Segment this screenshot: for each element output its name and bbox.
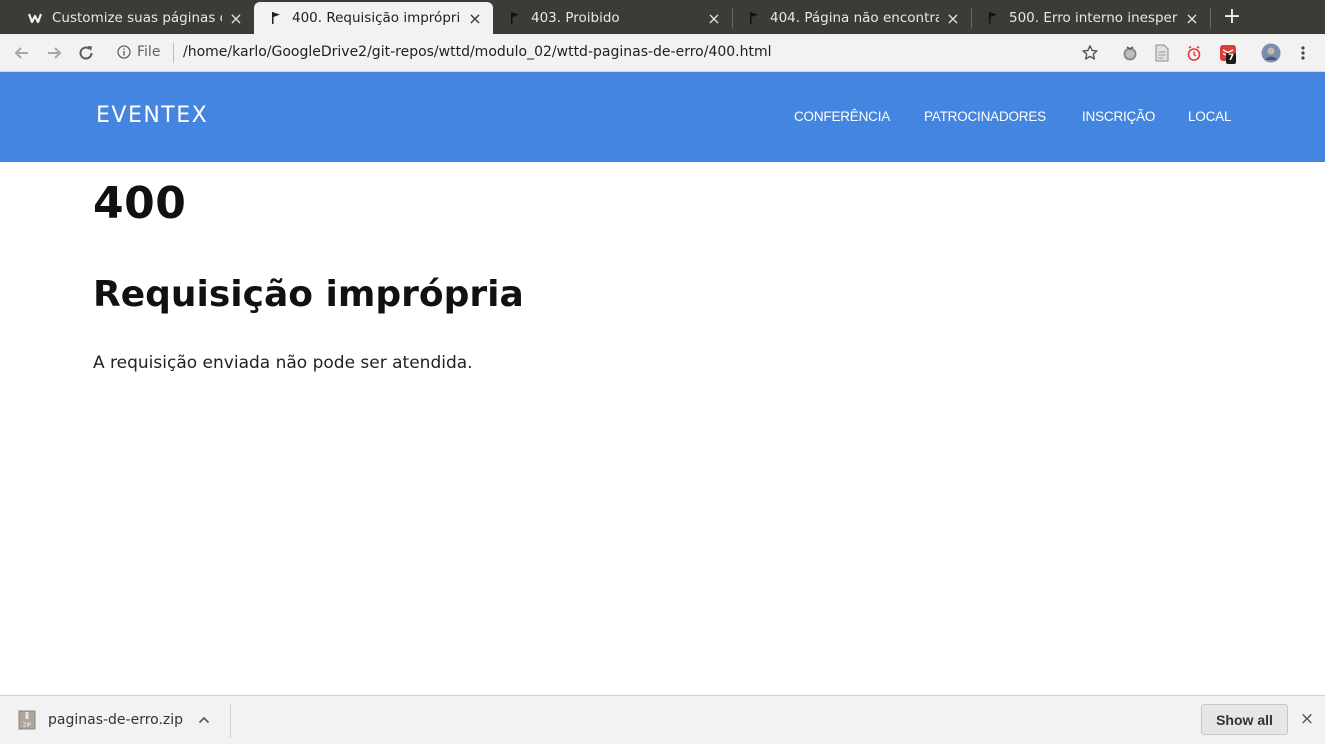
tomato-icon [1123, 46, 1137, 61]
tab-customize[interactable]: Customize suas páginas de × [14, 2, 254, 34]
browser-menu-button[interactable] [1292, 42, 1314, 64]
close-icon[interactable]: × [228, 9, 244, 28]
reload-button[interactable] [73, 40, 99, 66]
tab-403[interactable]: 403. Proibido × [493, 2, 732, 34]
error-code: 400 [93, 178, 187, 229]
site-info-button[interactable]: File [117, 44, 160, 60]
tab-title: 500. Erro interno inesperado [1009, 10, 1178, 26]
site-logo[interactable]: EVENTEX [96, 103, 208, 128]
nav-link-inscricao[interactable]: INSCRIÇÃO [1082, 109, 1155, 124]
nav-link-local[interactable]: LOCAL [1188, 109, 1231, 124]
extension-todoist-button[interactable]: 7 [1215, 42, 1241, 64]
download-separator [230, 704, 231, 738]
wordpress-w-icon [28, 10, 44, 26]
browser-toolbar: File /home/karlo/GoogleDrive2/git-repos/… [0, 34, 1325, 72]
kebab-menu-icon [1301, 46, 1305, 60]
tab-title: Customize suas páginas de [52, 10, 222, 26]
omnibox-separator [173, 43, 174, 63]
avatar-icon [1261, 43, 1281, 63]
extension-badge: 7 [1226, 53, 1237, 64]
tab-500[interactable]: 500. Erro interno inesperado × [971, 2, 1210, 34]
tab-404[interactable]: 404. Página não encontrada × [732, 2, 971, 34]
error-title: Requisição imprópria [93, 274, 524, 315]
chevron-up-icon[interactable] [197, 713, 211, 727]
star-icon [1082, 45, 1098, 60]
document-icon [1155, 44, 1169, 62]
reload-icon [79, 46, 93, 60]
arrow-right-icon [48, 47, 62, 59]
arrow-left-icon [14, 47, 28, 59]
error-message: A requisição enviada não pode ser atendi… [93, 353, 473, 373]
back-button[interactable] [9, 40, 35, 66]
scheme-label: File [137, 44, 161, 60]
extension-document-button[interactable] [1151, 42, 1173, 64]
flag-icon [746, 10, 762, 26]
download-file-name: paginas-de-erro.zip [48, 712, 184, 728]
extension-timer-button[interactable] [1183, 42, 1205, 64]
flag-icon [507, 10, 523, 26]
tab-title: 403. Proibido [531, 10, 620, 26]
nav-link-conferencia[interactable]: CONFERÊNCIA [794, 109, 890, 124]
svg-text:ZIP: ZIP [23, 723, 31, 729]
tab-separator [1210, 8, 1211, 28]
flag-icon [985, 10, 1001, 26]
flag-icon [268, 10, 284, 26]
close-icon[interactable]: × [1297, 709, 1317, 729]
forward-button[interactable] [41, 40, 67, 66]
timer-icon [1187, 45, 1201, 61]
download-shelf: ZIP paginas-de-erro.zip Show all × [0, 695, 1325, 744]
bookmark-star-button[interactable] [1079, 42, 1101, 64]
nav-link-patrocinadores[interactable]: PATROCINADORES [924, 109, 1046, 124]
profile-avatar[interactable] [1260, 42, 1282, 64]
address-bar[interactable]: /home/karlo/GoogleDrive2/git-repos/wttd/… [183, 44, 772, 60]
tab-strip: Customize suas páginas de × 400. Requisi… [0, 0, 1325, 34]
close-icon[interactable]: × [467, 9, 483, 28]
extension-tomato-button[interactable] [1119, 42, 1141, 64]
info-icon [117, 45, 131, 59]
tab-title: 400. Requisição imprópria [292, 10, 461, 26]
tab-400[interactable]: 400. Requisição imprópria × [254, 2, 493, 34]
tab-title: 404. Página não encontrada [770, 10, 939, 26]
download-item[interactable]: ZIP paginas-de-erro.zip [18, 710, 211, 730]
close-icon[interactable]: × [1184, 9, 1200, 28]
zip-file-icon: ZIP [18, 710, 36, 730]
new-tab-button[interactable]: + [1220, 5, 1244, 29]
site-header: EVENTEX CONFERÊNCIA PATROCINADORES INSCR… [0, 72, 1325, 162]
close-icon[interactable]: × [945, 9, 961, 28]
show-all-button[interactable]: Show all [1201, 704, 1288, 735]
close-icon[interactable]: × [706, 9, 722, 28]
